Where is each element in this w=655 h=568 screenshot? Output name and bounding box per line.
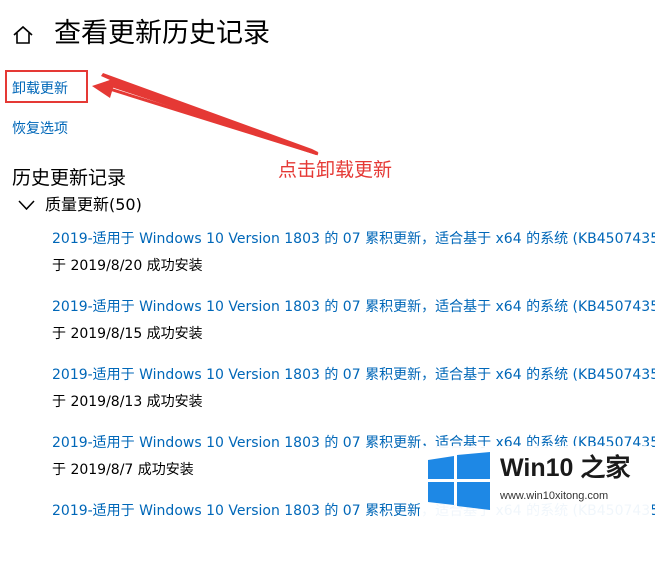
watermark-url: www.win10xitong.com <box>500 490 609 502</box>
history-heading: 历史更新记录 <box>12 167 127 189</box>
page-title: 查看更新历史记录 <box>54 18 270 49</box>
update-status: 于 2019/8/13 成功安装 <box>52 394 203 410</box>
chevron-down-icon <box>18 200 35 211</box>
update-item: 2019-适用于 Windows 10 Version 1803 的 07 累积… <box>52 364 655 432</box>
home-icon[interactable] <box>12 25 34 45</box>
watermark-title: Win10 之家 <box>500 454 631 482</box>
update-title-link[interactable]: 2019-适用于 Windows 10 Version 1803 的 07 累积… <box>52 296 655 318</box>
update-status: 于 2019/8/20 成功安装 <box>52 258 203 274</box>
group-label: 质量更新(50) <box>45 195 142 214</box>
windows-logo-icon <box>428 452 490 510</box>
annotation-text: 点击卸载更新 <box>278 159 393 181</box>
recovery-options-link[interactable]: 恢复选项 <box>12 119 68 139</box>
update-status: 于 2019/8/15 成功安装 <box>52 326 203 342</box>
update-item: 2019-适用于 Windows 10 Version 1803 的 07 累积… <box>52 228 655 296</box>
update-title-link[interactable]: 2019-适用于 Windows 10 Version 1803 的 07 累积… <box>52 364 655 386</box>
update-title-link[interactable]: 2019-适用于 Windows 10 Version 1803 的 07 累积… <box>52 228 655 250</box>
quality-updates-group[interactable]: 质量更新(50) <box>18 193 142 217</box>
highlight-box <box>5 70 88 103</box>
update-item: 2019-适用于 Windows 10 Version 1803 的 07 累积… <box>52 296 655 364</box>
watermark: Win10 之家 www.win10xitong.com <box>420 446 652 518</box>
